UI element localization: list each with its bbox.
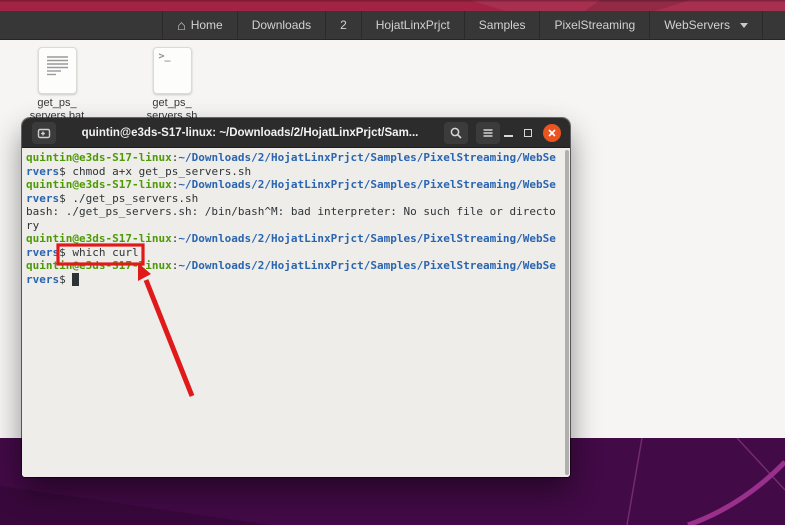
file-manager-path-bar: ⌂ Home Downloads 2 HojatLinxPrjct Samples Pixe… [0,11,785,40]
terminal-line: rvers$ which curl [26,246,558,260]
path-button-downloads[interactable]: Downloads [236,11,325,39]
terminal-text-segment: rvers [26,191,60,205]
terminal-text-segment: rvers [26,272,60,286]
terminal-text-segment: quintin@e3ds-S17-linux [26,151,172,164]
path-button-pixelstreaming[interactable]: PixelStreaming [539,11,649,39]
document-icon [37,47,77,94]
terminal-text-segment: rvers [26,245,60,259]
terminal-text-segment: ~/Downloads/2/HojatLinxPrjct/Samples/Pix… [178,232,556,245]
terminal-line: ry [26,219,558,233]
terminal-text-segment: $ [59,272,73,286]
path-button-label: HojatLinxPrjct [375,18,450,32]
terminal-line: quintin@e3ds-S17-linux:~/Downloads/2/Hoj… [26,151,558,165]
terminal-text-segment: $ chmod a+x get_ps_servers.sh [59,164,252,178]
terminal-line: quintin@e3ds-S17-linux:~/Downloads/2/Hoj… [26,232,558,246]
path-button-label: PixelStreaming [554,18,636,32]
menu-button[interactable] [476,121,500,144]
home-icon: ⌂ [177,17,186,33]
terminal-line: bash: ./get_ps_servers.sh: /bin/bash^M: … [26,205,558,219]
window-controls [504,123,561,142]
terminal-text-segment: $ which curl [59,245,139,259]
terminal-line: rvers$ chmod a+x get_ps_servers.sh [26,165,558,179]
shell-script-icon: >_ [152,47,192,94]
path-button-hojatlinxprjct[interactable]: HojatLinxPrjct [360,11,464,39]
path-button-label: WebServers [664,18,730,32]
path-button-label: Home [190,18,223,32]
terminal-text-segment: quintin@e3ds-S17-linux [26,232,172,245]
path-button-samples[interactable]: Samples [463,11,540,39]
terminal-line: rvers$ [26,272,558,287]
terminal-text-segment: quintin@e3ds-S17-linux [26,178,172,191]
file-label-line1: get_ps_ [152,97,192,109]
maximize-icon [524,128,532,137]
path-button-label: 2 [340,18,347,32]
file-icon-get-ps-servers-bat[interactable]: get_ps_ servers.bat [19,47,95,123]
path-button-2[interactable]: 2 [325,11,361,39]
file-icon-get-ps-servers-sh[interactable]: >_ get_ps_ servers.sh [134,47,210,123]
path-button-webservers[interactable]: WebServers [649,11,763,39]
terminal-scrollbar[interactable] [565,150,569,475]
terminal-text-segment: bash: ./get_ps_servers.sh: /bin/bash^M: … [26,205,556,218]
close-icon [548,128,556,137]
path-button-home[interactable]: ⌂ Home [162,11,236,39]
hamburger-menu-icon [483,128,493,137]
path-button-label: Downloads [251,18,312,32]
terminal-line: rvers$ ./get_ps_servers.sh [26,192,558,206]
minimize-button[interactable] [504,129,513,137]
terminal-cursor [72,272,79,286]
path-button-label: Samples [478,18,526,32]
terminal-window-title: quintin@e3ds-S17-linux: ~/Downloads/2/Ho… [81,126,419,139]
terminal-line: quintin@e3ds-S17-linux:~/Downloads/2/Hoj… [26,178,558,192]
search-icon [450,127,462,139]
terminal-text-segment: ~/Downloads/2/HojatLinxPrjct/Samples/Pix… [178,178,556,191]
terminal-text-segment: rvers [26,164,60,178]
close-button[interactable] [543,123,561,142]
new-tab-button[interactable] [32,121,56,144]
wallpaper-top-strip [0,0,785,11]
minimize-icon [504,134,513,137]
terminal-text-segment: quintin@e3ds-S17-linux [26,259,172,272]
terminal-text-segment: ~/Downloads/2/HojatLinxPrjct/Samples/Pix… [178,259,556,272]
maximize-button[interactable] [524,128,532,137]
terminal-window: quintin@e3ds-S17-linux: ~/Downloads/2/Ho… [22,118,570,477]
terminal-output: quintin@e3ds-S17-linux:~/Downloads/2/Hoj… [26,151,558,286]
new-tab-icon [37,128,51,138]
file-label-line1: get_ps_ [37,97,77,109]
terminal-body[interactable]: quintin@e3ds-S17-linux:~/Downloads/2/Hoj… [22,148,570,477]
terminal-prompt-glyph: >_ [158,51,171,62]
terminal-titlebar[interactable]: quintin@e3ds-S17-linux: ~/Downloads/2/Ho… [22,118,570,148]
chevron-down-icon [740,22,748,28]
terminal-line: quintin@e3ds-S17-linux:~/Downloads/2/Hoj… [26,259,558,273]
terminal-text-segment: ~/Downloads/2/HojatLinxPrjct/Samples/Pix… [178,151,556,164]
search-button[interactable] [444,121,468,144]
terminal-text-segment: $ ./get_ps_servers.sh [59,191,199,205]
terminal-text-segment: ry [26,218,40,232]
